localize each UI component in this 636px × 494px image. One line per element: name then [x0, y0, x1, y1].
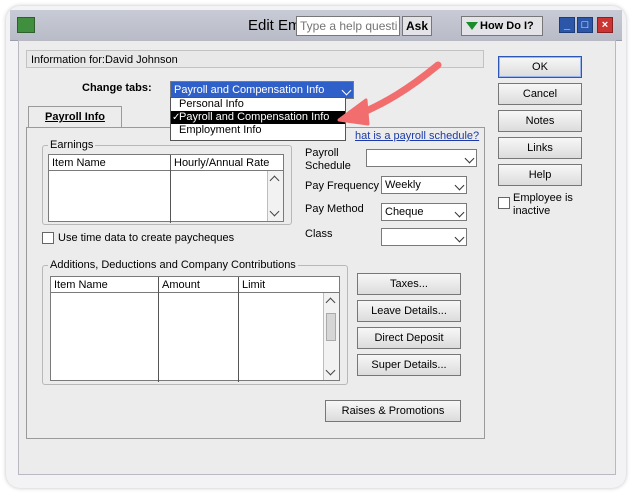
additions-col-limit[interactable]: Limit [239, 277, 339, 293]
app-icon [17, 17, 35, 33]
chevron-down-icon [341, 85, 352, 96]
cancel-button[interactable]: Cancel [498, 83, 582, 105]
dropdown-option-label: Payroll and Compensation Info [179, 111, 330, 123]
earnings-scrollbar[interactable] [267, 171, 283, 221]
employee-name: David Johnson [104, 54, 178, 66]
column-divider [238, 277, 239, 382]
scroll-thumb[interactable] [326, 313, 336, 341]
use-time-data-checkbox[interactable] [42, 232, 54, 244]
class-label-text: Class [305, 228, 333, 240]
close-button[interactable]: × [597, 17, 613, 33]
leave-details-button[interactable]: Leave Details... [357, 300, 461, 322]
window-title: Edit Em [248, 17, 301, 34]
employee-inactive-label-line2: inactive [513, 205, 551, 217]
super-details-button[interactable]: Super Details... [357, 354, 461, 376]
minimize-button[interactable]: _ [559, 17, 575, 33]
ok-button[interactable]: OK [498, 56, 582, 78]
dropdown-option-payroll-info[interactable]: ✓ Payroll and Compensation Info [171, 111, 345, 124]
change-tabs-dropdown: Personal Info ✓ Payroll and Compensation … [170, 97, 346, 141]
earnings-group-title: Earnings [48, 139, 96, 151]
payroll-schedule-select[interactable] [366, 149, 477, 167]
change-tabs-value: Payroll and Compensation Info [174, 84, 325, 96]
how-do-i-button[interactable]: How Do I? [461, 16, 543, 36]
earnings-table[interactable]: Item Name Hourly/Annual Rate [48, 154, 284, 223]
dropdown-option-employment-info[interactable]: Employment Info [171, 124, 345, 137]
taxes-button[interactable]: Taxes... [357, 273, 461, 295]
dropdown-option-personal-info[interactable]: Personal Info [171, 98, 345, 111]
column-divider [170, 155, 171, 223]
how-do-i-label: How Do I? [480, 20, 534, 32]
payroll-schedule-label-line2: Schedule [305, 160, 351, 172]
pay-method-value: Cheque [385, 206, 424, 218]
dropdown-option-label: Personal Info [179, 98, 244, 110]
maximize-button[interactable]: □ [577, 17, 593, 33]
chevron-down-icon [454, 207, 465, 218]
scroll-up-icon[interactable] [269, 175, 280, 186]
direct-deposit-button[interactable]: Direct Deposit [357, 327, 461, 349]
tab-payroll-info[interactable]: Payroll Info [28, 106, 122, 128]
additions-col-item-name[interactable]: Item Name [51, 277, 159, 293]
additions-scrollbar[interactable] [323, 293, 339, 380]
employee-inactive-label-line1: Employee is [513, 192, 573, 204]
payroll-schedule-label-line1: Payroll [305, 147, 339, 159]
ask-button[interactable]: Ask [402, 16, 432, 36]
additions-table[interactable]: Item Name Amount Limit [50, 276, 340, 382]
pay-frequency-value: Weekly [385, 179, 421, 191]
scroll-down-icon[interactable] [325, 365, 336, 376]
scroll-up-icon[interactable] [325, 297, 336, 308]
help-question-input[interactable] [296, 16, 400, 36]
earnings-col-rate[interactable]: Hourly/Annual Rate [171, 155, 283, 171]
earnings-col-item-name[interactable]: Item Name [49, 155, 171, 171]
additions-col-amount[interactable]: Amount [159, 277, 239, 293]
chevron-down-icon [454, 232, 465, 243]
help-button[interactable]: Help [498, 164, 582, 186]
change-tabs-label: Change tabs: [82, 82, 152, 94]
pay-method-label: Pay Method [305, 203, 364, 215]
dropdown-option-label: Employment Info [179, 124, 262, 136]
chevron-down-icon [464, 153, 475, 164]
tab-payroll-info-label: Payroll Info [45, 111, 105, 123]
class-select[interactable] [381, 228, 467, 246]
scroll-down-icon[interactable] [269, 206, 280, 217]
info-label: Information for: [31, 54, 105, 66]
notes-button[interactable]: Notes [498, 110, 582, 132]
pay-frequency-select[interactable]: Weekly [381, 176, 467, 194]
pay-frequency-label: Pay Frequency [305, 180, 379, 192]
additions-group-title: Additions, Deductions and Company Contri… [48, 259, 298, 271]
payroll-schedule-link[interactable]: hat is a payroll schedule? [355, 130, 479, 142]
pay-method-select[interactable]: Cheque [381, 203, 467, 221]
triangle-down-icon [466, 22, 478, 30]
employee-inactive-checkbox[interactable] [498, 197, 510, 209]
use-time-data-label: Use time data to create paycheques [58, 232, 235, 244]
raises-promotions-button[interactable]: Raises & Promotions [325, 400, 461, 422]
check-icon: ✓ [172, 112, 181, 123]
chevron-down-icon [454, 180, 465, 191]
column-divider [158, 277, 159, 382]
info-bar: Information for:David Johnson [26, 50, 484, 68]
links-button[interactable]: Links [498, 137, 582, 159]
